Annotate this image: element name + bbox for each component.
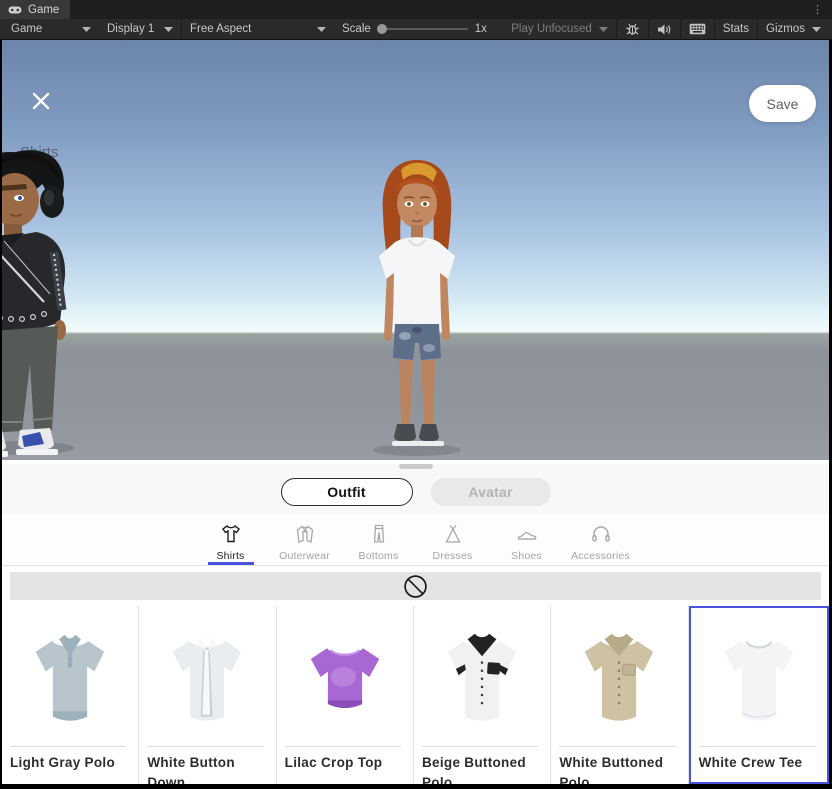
debug-bug-button[interactable] [617,19,648,39]
category-tab-shoes[interactable]: Shoes [494,522,560,565]
item-image [691,608,827,746]
item-image [2,608,138,746]
crew-tee-graphic [705,617,813,737]
gizmos-dropdown[interactable]: Gizmos [758,19,829,39]
item-label: Beige Buttoned Polo [414,747,550,784]
item-image [551,608,687,746]
customization-sheet: Outfit Avatar Shirts [2,464,829,784]
item-card-light-gray-polo[interactable]: Light Gray Polo [2,606,139,784]
category-tabs: Shirts Outerwear Bottoms [2,514,829,566]
item-label: White Crew Tee [691,747,827,773]
chevron-down-icon [599,27,608,32]
kebab-icon: ⋮ [812,3,823,16]
tab-outfit[interactable]: Outfit [281,478,413,506]
keyboard-shortcuts-button[interactable] [681,19,714,39]
editor-tab-bar: Game ⋮ [0,0,832,19]
toolbar-right-group: Play Unfocused [503,19,829,39]
dress-icon [441,522,465,546]
avatar-girl-center [337,152,497,458]
unity-game-window: Game ⋮ Game Display 1 Free Aspect Scale … [0,0,832,789]
headphones-icon [589,522,613,546]
chevron-down-icon [317,27,326,32]
item-image [277,608,413,746]
chevron-down-icon [164,27,173,32]
game-view-content: Shirts [0,40,832,784]
item-label: Lilac Crop Top [277,747,413,773]
tab-game[interactable]: Game [0,0,70,19]
save-button[interactable]: Save [749,85,816,122]
category-tab-outerwear[interactable]: Outerwear [272,522,338,565]
buttoned-polo-graphic [565,617,673,737]
item-card-lilac-crop-top[interactable]: Lilac Crop Top [277,606,414,784]
scale-slider-knob[interactable] [377,24,387,34]
jacket-icon [293,522,317,546]
color-swatch-area [2,566,829,606]
speaker-icon [657,23,672,36]
scale-slider-group: Scale 1x [334,19,495,39]
scale-slider[interactable] [378,28,468,30]
aspect-ratio-dropdown[interactable]: Free Aspect [182,19,334,39]
mute-audio-button[interactable] [649,19,680,39]
game-dropdown[interactable]: Game [3,19,99,39]
gamepad-icon [8,5,22,15]
game-view-toolbar: Game Display 1 Free Aspect Scale 1x Play… [0,19,832,40]
display-dropdown[interactable]: Display 1 [99,19,181,39]
polo-shirt-graphic [16,617,124,737]
item-card-beige-buttoned-polo[interactable]: Beige Buttoned Polo [414,606,551,784]
buttoned-polo-graphic [428,617,536,737]
mode-tabs: Outfit Avatar [2,469,829,514]
window-menu-button[interactable]: ⋮ [803,0,832,19]
item-image [414,608,550,746]
play-unfocused-dropdown[interactable]: Play Unfocused [503,19,616,39]
scale-value: 1x [475,23,487,35]
prohibition-icon [403,574,428,599]
no-color-swatch[interactable] [403,573,429,599]
close-button[interactable] [29,89,53,113]
category-tab-dresses[interactable]: Dresses [420,522,486,565]
item-label: White Buttoned Polo [551,747,687,784]
category-tab-bottoms[interactable]: Bottoms [346,522,412,565]
shoe-icon [515,522,539,546]
button-down-shirt-graphic [153,617,261,737]
item-card-white-buttoned-polo[interactable]: White Buttoned Polo [551,606,688,784]
tab-game-label: Game [28,4,59,16]
crop-top-graphic [291,617,399,737]
tab-avatar[interactable]: Avatar [431,478,551,506]
scale-label: Scale [342,23,371,35]
item-card-white-button-down[interactable]: White Button Down [139,606,276,784]
close-icon [31,91,51,111]
bug-icon [625,22,640,36]
stats-button[interactable]: Stats [715,19,757,39]
item-card-white-crew-tee[interactable]: White Crew Tee [689,606,829,784]
avatar-3d-viewport[interactable]: Shirts [2,40,829,460]
avatar-boy-left [2,148,86,460]
category-tab-accessories[interactable]: Accessories [568,522,634,565]
chevron-down-icon [812,27,821,32]
item-label: Light Gray Polo [2,747,138,773]
clothing-item-grid: Light Gray Polo White Button [2,606,829,784]
keyboard-icon [689,23,706,35]
tshirt-icon [219,522,243,546]
pants-icon [367,522,391,546]
color-swatch-bar [10,572,821,600]
category-tab-shirts[interactable]: Shirts [198,522,264,565]
item-image [139,608,275,746]
item-label: White Button Down [139,747,275,784]
chevron-down-icon [82,27,91,32]
